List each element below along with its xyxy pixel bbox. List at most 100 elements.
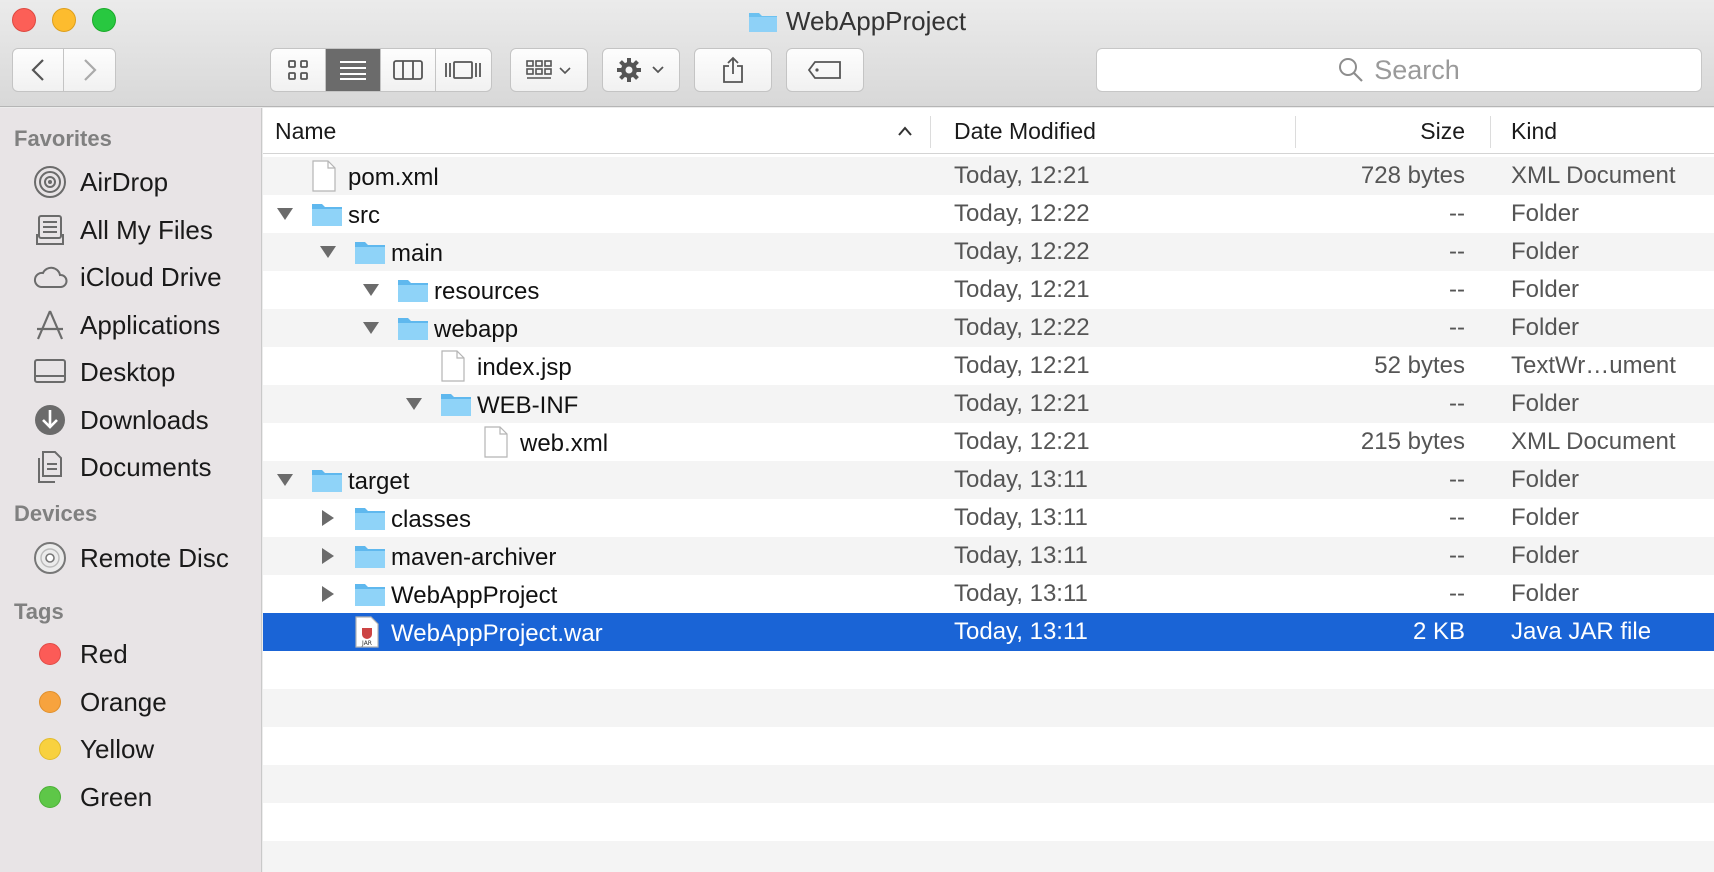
- file-row[interactable]: src Today, 12:22 -- Folder: [263, 195, 1714, 233]
- sidebar-item-downloads[interactable]: Downloads: [0, 397, 262, 443]
- file-row[interactable]: webapp Today, 12:22 -- Folder: [263, 309, 1714, 347]
- column-divider[interactable]: [1295, 116, 1296, 148]
- tags-button[interactable]: [786, 48, 864, 92]
- disclosure-triangle-open-icon[interactable]: [275, 470, 295, 490]
- file-row[interactable]: target Today, 13:11 -- Folder: [263, 461, 1714, 499]
- search-placeholder: Search: [1374, 54, 1460, 85]
- sort-ascending-icon: [898, 126, 912, 136]
- disclosure-triangle-open-icon[interactable]: [275, 204, 295, 224]
- file-kind: TextWr…ument: [1511, 352, 1676, 379]
- sidebar-item-icloud-drive[interactable]: iCloud Drive: [0, 254, 262, 300]
- file-kind: XML Document: [1511, 428, 1676, 455]
- arrange-grid-icon: [526, 60, 571, 79]
- sidebar-item-remote-disc[interactable]: Remote Disc: [0, 535, 262, 581]
- file-date: Today, 13:11: [954, 504, 1088, 531]
- column-header-date[interactable]: Date Modified: [954, 108, 1096, 154]
- column-divider[interactable]: [1490, 116, 1491, 148]
- sidebar-tag-red[interactable]: Red: [0, 631, 262, 677]
- sidebar-tag-yellow[interactable]: Yellow: [0, 726, 262, 772]
- column-header-kind[interactable]: Kind: [1511, 108, 1557, 154]
- file-size: 2 KB: [1412, 618, 1465, 645]
- cloud-icon: [30, 265, 70, 289]
- file-row[interactable]: web.xml Today, 12:21 215 bytes XML Document: [263, 423, 1714, 461]
- file-row[interactable]: WEB-INF Today, 12:21 -- Folder: [263, 385, 1714, 423]
- document-icon: [311, 160, 337, 199]
- column-header-name[interactable]: Name: [275, 108, 855, 154]
- disclosure-triangle-closed-icon[interactable]: [318, 584, 338, 604]
- applications-icon: [30, 309, 70, 341]
- folder-icon: [311, 201, 343, 234]
- search-icon: [1339, 58, 1363, 82]
- chevron-left-icon: [31, 59, 44, 81]
- sidebar-tag-orange[interactable]: Orange: [0, 679, 262, 725]
- columns-icon: [392, 60, 423, 80]
- list-view-button[interactable]: [325, 49, 381, 91]
- document-icon: [483, 426, 509, 465]
- file-name: classes: [391, 506, 472, 533]
- empty-row: [263, 651, 1714, 689]
- disclosure-triangle-closed-icon[interactable]: [318, 546, 338, 566]
- file-name: main: [391, 240, 444, 267]
- sidebar-item-airdrop[interactable]: AirDrop: [0, 159, 262, 205]
- file-row[interactable]: resources Today, 12:21 -- Folder: [263, 271, 1714, 309]
- empty-row: [263, 689, 1714, 727]
- column-divider[interactable]: [930, 116, 931, 148]
- empty-row: [263, 803, 1714, 841]
- sidebar-tag-green[interactable]: Green: [0, 774, 262, 820]
- icon-view-button[interactable]: [271, 49, 326, 91]
- file-date: Today, 12:21: [954, 162, 1090, 189]
- file-name: target: [348, 468, 410, 495]
- column-view-button[interactable]: [381, 49, 436, 91]
- disclosure-triangle-closed-icon[interactable]: [318, 508, 338, 528]
- chevron-right-icon: [83, 59, 97, 81]
- column-header-label: Date Modified: [954, 117, 1096, 144]
- file-name: maven-archiver: [391, 544, 557, 571]
- favorites-header: Favorites: [14, 126, 112, 151]
- file-name: WebAppProject: [391, 582, 558, 609]
- file-row[interactable]: pom.xml Today, 12:21 728 bytes XML Document: [263, 157, 1714, 195]
- back-button[interactable]: [13, 49, 65, 91]
- file-row[interactable]: JAR WebAppProject.war Today, 13:11 2 KB Java…: [263, 613, 1714, 651]
- file-size: --: [1449, 238, 1465, 265]
- disclosure-triangle-open-icon[interactable]: [361, 280, 381, 300]
- devices-header: Devices: [14, 501, 98, 526]
- file-row[interactable]: index.jsp Today, 12:21 52 bytes TextWr…umen…: [263, 347, 1714, 385]
- file-kind: Folder: [1511, 238, 1580, 265]
- empty-row: [263, 727, 1714, 765]
- cover-flow-button[interactable]: [436, 49, 491, 91]
- sidebar-item-desktop[interactable]: Desktop: [0, 349, 262, 395]
- tag-dot-icon: [30, 738, 70, 760]
- disclosure-triangle-open-icon[interactable]: [404, 394, 424, 414]
- window-toolbar: WebAppProject Search: [0, 0, 1714, 107]
- all-my-files-icon: [30, 214, 70, 246]
- tag-dot-icon: [30, 786, 70, 808]
- share-button[interactable]: [694, 48, 772, 92]
- sidebar-item-documents[interactable]: Documents: [0, 444, 262, 490]
- sidebar-item-label: All My Files: [80, 214, 213, 245]
- file-size: --: [1449, 542, 1465, 569]
- sidebar-item-all-my-files[interactable]: All My Files: [0, 207, 262, 253]
- folder-icon: [397, 277, 429, 310]
- file-date: Today, 12:21: [954, 352, 1090, 379]
- file-row[interactable]: main Today, 12:22 -- Folder: [263, 233, 1714, 271]
- file-kind: Folder: [1511, 200, 1580, 227]
- file-row[interactable]: maven-archiver Today, 13:11 -- Folder: [263, 537, 1714, 575]
- file-row[interactable]: WebAppProject Today, 13:11 -- Folder: [263, 575, 1714, 613]
- tags-header: Tags: [14, 599, 64, 624]
- search-field[interactable]: Search: [1096, 48, 1702, 92]
- action-menu-button[interactable]: [602, 48, 680, 92]
- airdrop-icon: [30, 165, 70, 199]
- tag-dot-icon: [30, 643, 70, 665]
- forward-button[interactable]: [64, 49, 115, 91]
- empty-row: [263, 765, 1714, 803]
- column-header-size[interactable]: Size: [1420, 108, 1465, 154]
- sidebar-item-applications[interactable]: Applications: [0, 302, 262, 348]
- file-row[interactable]: classes Today, 13:11 -- Folder: [263, 499, 1714, 537]
- file-kind: Folder: [1511, 542, 1580, 569]
- arrange-button[interactable]: [510, 48, 588, 92]
- disclosure-triangle-open-icon[interactable]: [361, 318, 381, 338]
- disclosure-triangle-open-icon[interactable]: [318, 242, 338, 262]
- sidebar-item-label: Downloads: [80, 404, 209, 435]
- file-date: Today, 12:22: [954, 200, 1090, 227]
